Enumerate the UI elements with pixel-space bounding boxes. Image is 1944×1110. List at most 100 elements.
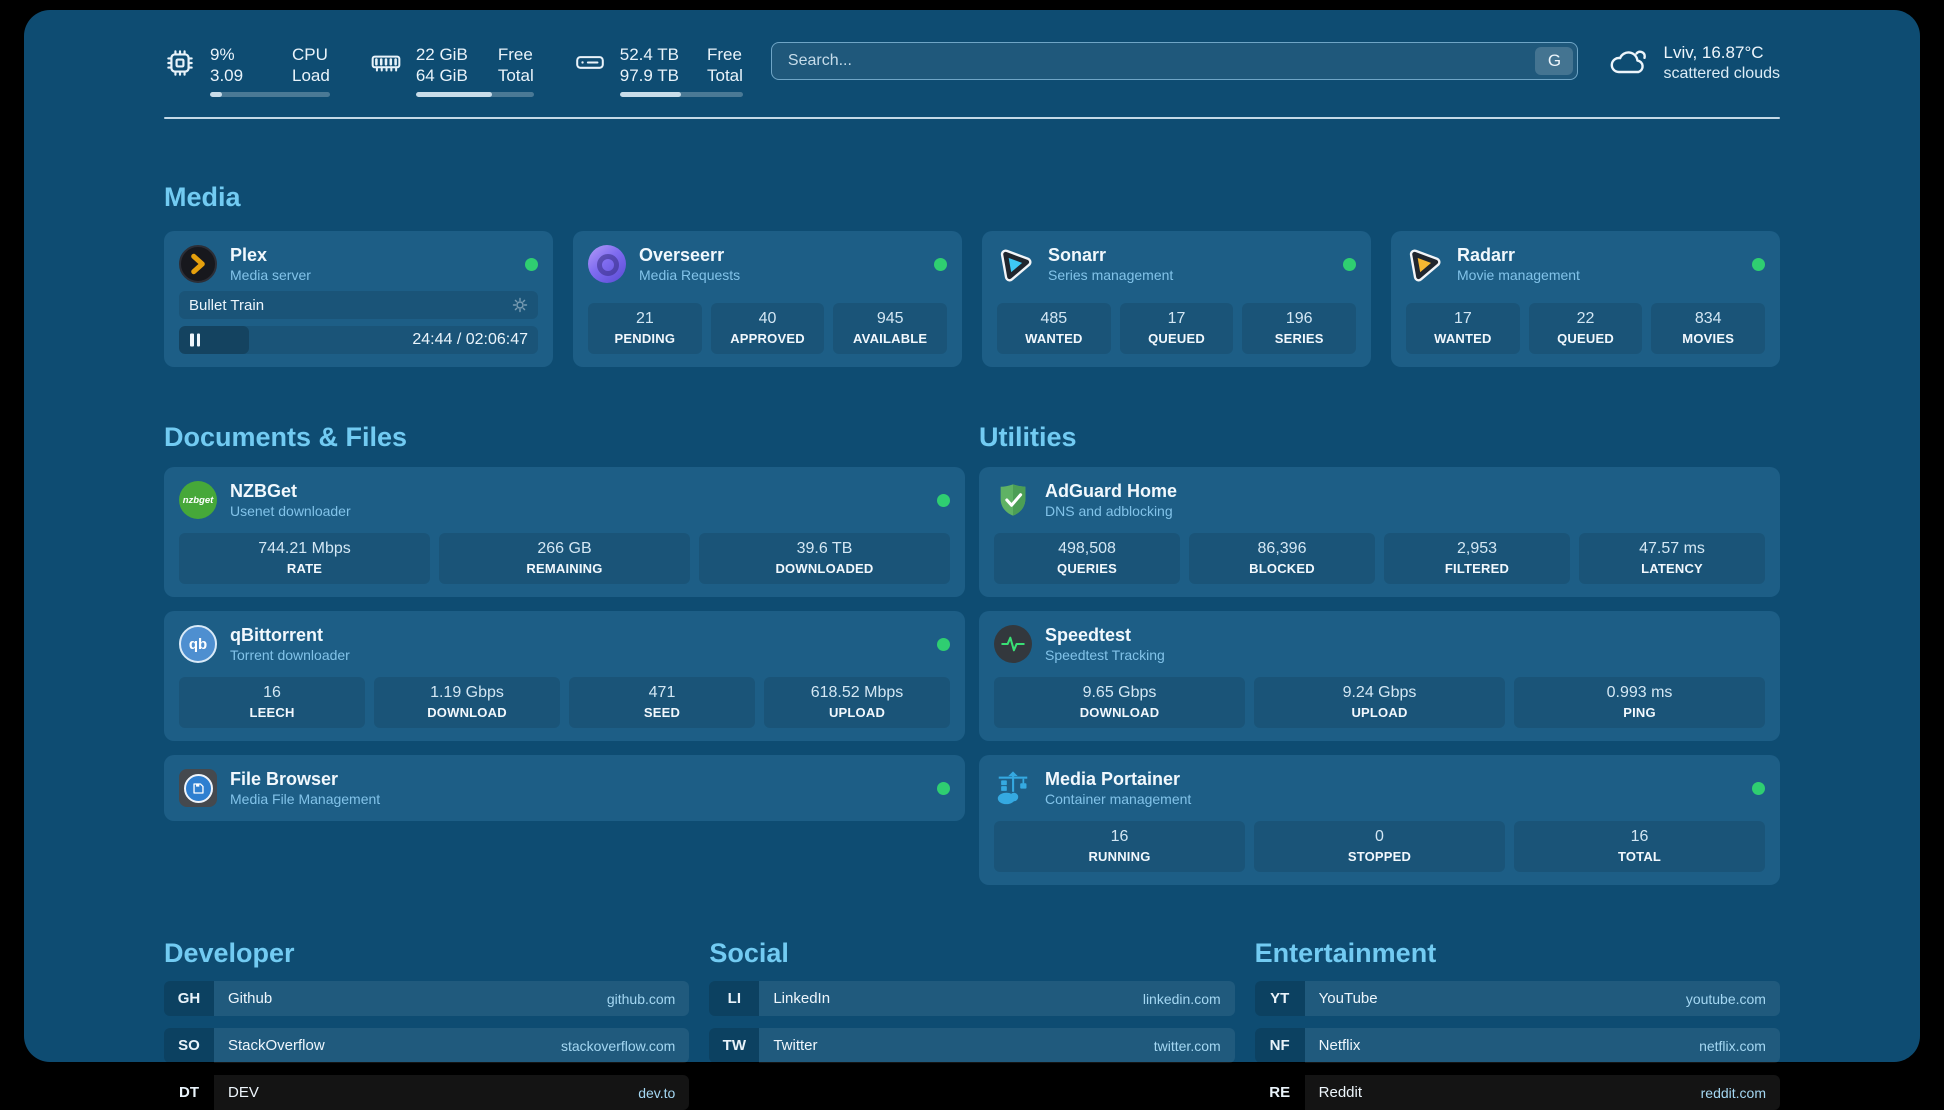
cpu-progress-bar: [210, 92, 330, 97]
memory-free-value: 22 GiB: [416, 44, 470, 65]
disk-total-label: Total: [707, 65, 743, 86]
portainer-title: Media Portainer: [1045, 768, 1739, 790]
link-github[interactable]: GH Githubgithub.com: [164, 981, 689, 1016]
filebrowser-subtitle: Media File Management: [230, 790, 924, 808]
sonarr-title: Sonarr: [1048, 244, 1330, 266]
disk-icon: [574, 44, 606, 97]
stat-tile: 9.65 GbpsDOWNLOAD: [994, 677, 1245, 728]
portainer-card[interactable]: Media Portainer Container management 16R…: [979, 755, 1780, 885]
stat-tile: 471SEED: [569, 677, 755, 728]
memory-total-value: 64 GiB: [416, 65, 470, 86]
documents-column: Documents & Files nzbget NZBGet Usenet d…: [164, 421, 965, 885]
plex-status-dot-online: [525, 258, 538, 271]
speedtest-title: Speedtest: [1045, 624, 1765, 646]
filebrowser-status-dot-online: [937, 782, 950, 795]
stat-tile: 0STOPPED: [1254, 821, 1505, 872]
cpu-stat: 9% 3.09 CPU Load: [164, 44, 330, 97]
memory-free-label: Free: [498, 44, 534, 65]
adguard-title: AdGuard Home: [1045, 480, 1765, 502]
stat-tile: 9.24 GbpsUPLOAD: [1254, 677, 1505, 728]
radarr-status-dot-online: [1752, 258, 1765, 271]
section-title-developer: Developer: [164, 937, 689, 969]
sonarr-card[interactable]: Sonarr Series management 485WANTED 17QUE…: [982, 231, 1371, 367]
plex-card[interactable]: Plex Media server Bullet Train: [164, 231, 553, 367]
plex-title: Plex: [230, 244, 512, 266]
link-stackoverflow[interactable]: SO StackOverflowstackoverflow.com: [164, 1028, 689, 1063]
section-title-documents: Documents & Files: [164, 421, 965, 453]
nzbget-title: NZBGet: [230, 480, 924, 502]
search-input[interactable]: [771, 42, 1579, 80]
radarr-icon: [1406, 245, 1444, 283]
link-dev[interactable]: DT DEVdev.to: [164, 1075, 689, 1110]
qbittorrent-title: qBittorrent: [230, 624, 924, 646]
stat-tile: 21PENDING: [588, 303, 702, 354]
adguard-card[interactable]: AdGuard Home DNS and adblocking 498,508Q…: [979, 467, 1780, 597]
link-twitter[interactable]: TW Twittertwitter.com: [709, 1028, 1234, 1063]
stat-tile: 16RUNNING: [994, 821, 1245, 872]
stat-tile: 2,953FILTERED: [1384, 533, 1570, 584]
qbittorrent-card[interactable]: qb qBittorrent Torrent downloader 16LEEC…: [164, 611, 965, 741]
link-netflix[interactable]: NF Netflixnetflix.com: [1255, 1028, 1780, 1063]
disk-progress-bar: [620, 92, 743, 97]
disk-free-label: Free: [707, 44, 743, 65]
sonarr-status-dot-online: [1343, 258, 1356, 271]
stat-tile: 196SERIES: [1242, 303, 1356, 354]
nzbget-card[interactable]: nzbget NZBGet Usenet downloader 744.21 M…: [164, 467, 965, 597]
cpu-usage-value: 9%: [210, 44, 264, 65]
settings-gear-icon[interactable]: [512, 297, 528, 313]
qbittorrent-subtitle: Torrent downloader: [230, 646, 924, 664]
entertainment-section: Entertainment YT YouTubeyoutube.com NF N…: [1255, 937, 1780, 1110]
weather-location: Lviv, 16.87°C: [1663, 42, 1780, 64]
search-bar: G: [771, 42, 1579, 80]
qbittorrent-status-dot-online: [937, 638, 950, 651]
stat-tile: 17WANTED: [1406, 303, 1520, 354]
stat-tile: 485WANTED: [997, 303, 1111, 354]
portainer-icon: [994, 769, 1032, 807]
plex-icon: [179, 245, 217, 283]
search-engine-button[interactable]: G: [1535, 47, 1573, 75]
stat-tile: 16TOTAL: [1514, 821, 1765, 872]
memory-progress-bar: [416, 92, 534, 97]
cpu-load-value: 3.09: [210, 65, 264, 86]
dashboard: 9% 3.09 CPU Load: [24, 10, 1920, 1062]
stat-tile: 39.6 TBDOWNLOADED: [699, 533, 950, 584]
cpu-load-label: Load: [292, 65, 330, 86]
speedtest-card[interactable]: Speedtest Speedtest Tracking 9.65 GbpsDO…: [979, 611, 1780, 741]
radarr-card[interactable]: Radarr Movie management 17WANTED 22QUEUE…: [1391, 231, 1780, 367]
stat-tile: 618.52 MbpsUPLOAD: [764, 677, 950, 728]
stat-tile: 17QUEUED: [1120, 303, 1234, 354]
sonarr-subtitle: Series management: [1048, 266, 1330, 284]
portainer-status-dot-online: [1752, 782, 1765, 795]
disk-free-value: 52.4 TB: [620, 44, 679, 65]
pause-button[interactable]: [190, 334, 200, 347]
speedtest-icon: [994, 625, 1032, 663]
header-divider: [164, 117, 1780, 119]
plex-now-playing: Bullet Train: [189, 297, 264, 314]
link-linkedin[interactable]: LI LinkedInlinkedin.com: [709, 981, 1234, 1016]
plex-progress-bar: 24:44 / 02:06:47: [179, 326, 538, 354]
stat-tile: 22QUEUED: [1529, 303, 1643, 354]
overseerr-icon: [588, 245, 626, 283]
link-reddit[interactable]: RE Redditreddit.com: [1255, 1075, 1780, 1110]
overseerr-title: Overseerr: [639, 244, 921, 266]
radarr-subtitle: Movie management: [1457, 266, 1739, 284]
nzbget-status-dot-online: [937, 494, 950, 507]
media-grid: Plex Media server Bullet Train: [164, 231, 1780, 367]
stat-tile: 47.57 msLATENCY: [1579, 533, 1765, 584]
overseerr-subtitle: Media Requests: [639, 266, 921, 284]
section-title-utilities: Utilities: [979, 421, 1780, 453]
adguard-subtitle: DNS and adblocking: [1045, 502, 1765, 520]
nzbget-icon: nzbget: [179, 481, 217, 519]
nzbget-subtitle: Usenet downloader: [230, 502, 924, 520]
filebrowser-card[interactable]: File Browser Media File Management: [164, 755, 965, 821]
overseerr-card[interactable]: Overseerr Media Requests 21PENDING 40APP…: [573, 231, 962, 367]
link-youtube[interactable]: YT YouTubeyoutube.com: [1255, 981, 1780, 1016]
stat-tile: 744.21 MbpsRATE: [179, 533, 430, 584]
memory-total-label: Total: [498, 65, 534, 86]
disk-stat: 52.4 TB 97.9 TB Free Total: [574, 44, 743, 97]
stat-tile: 86,396BLOCKED: [1189, 533, 1375, 584]
stat-tile: 266 GBREMAINING: [439, 533, 690, 584]
weather-condition: scattered clouds: [1663, 64, 1780, 84]
qbittorrent-icon: qb: [179, 625, 217, 663]
stat-tile: 945AVAILABLE: [833, 303, 947, 354]
